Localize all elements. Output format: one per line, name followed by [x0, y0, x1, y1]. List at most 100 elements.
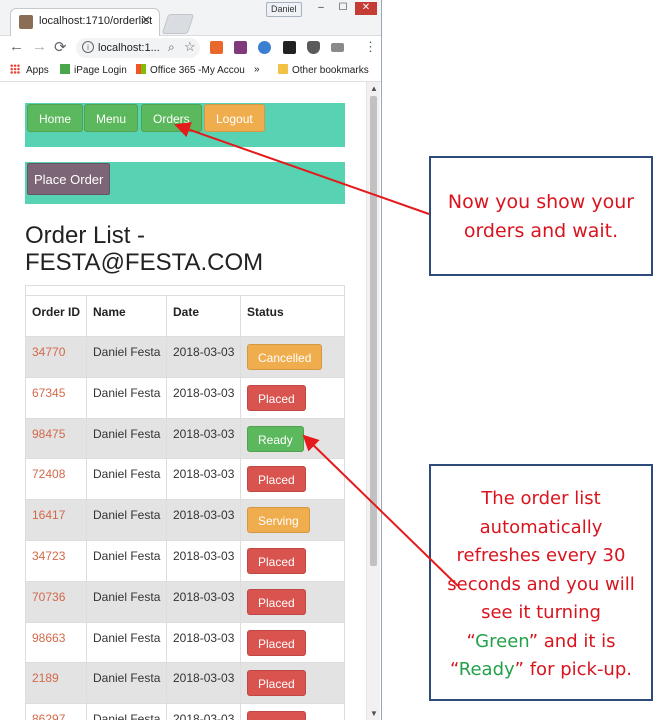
minimize-button[interactable]: –	[310, 2, 332, 15]
name-cell: Daniel Festa	[87, 663, 167, 705]
ipage-icon	[60, 64, 70, 74]
order-id-cell: 67345	[26, 377, 87, 419]
address-bar[interactable]: i localhost:1... ⌕ ☆	[76, 38, 200, 58]
status-badge[interactable]: Placed	[247, 711, 306, 720]
status-cell: Placed	[241, 704, 345, 720]
tab-close-icon[interactable]: ✕	[141, 13, 151, 27]
extension-icon[interactable]	[258, 41, 271, 54]
order-id-cell: 98663	[26, 622, 87, 664]
table-row: 34770 Daniel Festa 2018-03-03 Cancelled	[25, 336, 345, 378]
back-icon[interactable]: ←	[9, 38, 24, 55]
date-cell: 2018-03-03	[167, 500, 241, 542]
status-badge[interactable]: Placed	[247, 384, 306, 411]
status-badge[interactable]: Placed	[247, 670, 306, 697]
column-header: Date	[167, 296, 241, 337]
scroll-up-icon[interactable]: ▲	[370, 84, 378, 93]
order-id-cell: 34770	[26, 337, 87, 378]
info-icon[interactable]: i	[82, 41, 94, 53]
callout-show-orders: Now you show your orders and wait.	[429, 156, 653, 276]
order-id-link[interactable]: 86297	[32, 712, 65, 720]
order-id-link[interactable]: 98475	[32, 427, 65, 441]
name-cell: Daniel Festa	[87, 459, 167, 501]
extension-icon[interactable]	[331, 43, 344, 52]
status-cell: Placed	[241, 582, 345, 623]
place-order-button[interactable]: Place Order	[27, 163, 111, 195]
column-header: Status	[247, 305, 284, 319]
order-id-cell: 34723	[26, 541, 87, 582]
status-badge[interactable]: Placed	[247, 548, 306, 574]
office-extension-icon[interactable]	[210, 41, 223, 54]
status-badge[interactable]: Cancelled	[247, 344, 323, 370]
order-id-link[interactable]: 70736	[32, 590, 65, 604]
order-id-link[interactable]: 16417	[32, 508, 65, 522]
status-badge[interactable]: Placed	[247, 588, 306, 615]
callout-line: automatically	[479, 516, 603, 538]
order-id-link[interactable]: 2189	[32, 671, 59, 685]
column-header: Name	[87, 296, 167, 337]
order-id-link[interactable]: 34770	[32, 345, 65, 359]
date-cell: 2018-03-03	[167, 581, 241, 623]
shield-extension-icon[interactable]	[307, 41, 320, 54]
page-scrollbar[interactable]: ▲ ▼	[366, 82, 380, 720]
bookmark-office365[interactable]: Office 365 -My Accou	[136, 64, 245, 76]
date-cell: 2018-03-03	[167, 622, 241, 664]
status-badge[interactable]: Placed	[247, 629, 306, 656]
scroll-down-icon[interactable]: ▼	[370, 709, 378, 718]
order-id-cell: 72408	[26, 459, 87, 501]
date-cell: 2018-03-03	[167, 541, 241, 582]
new-tab-button[interactable]	[161, 14, 195, 34]
onenote-extension-icon[interactable]	[234, 41, 247, 54]
window-user-badge[interactable]: Daniel	[266, 2, 302, 17]
favicon-icon	[19, 15, 33, 29]
bookmark-ipage[interactable]: iPage Login	[60, 64, 127, 76]
date-cell: 2018-03-03	[167, 377, 241, 419]
tab-title: localhost:1710/orderlist	[39, 15, 153, 27]
status-cell: Placed	[241, 541, 345, 582]
scrollbar-thumb[interactable]	[370, 96, 377, 566]
table-row: 2189 Daniel Festa 2018-03-03 Placed	[25, 662, 345, 705]
place-order-bar: Place Order	[25, 162, 345, 204]
callout-auto-refresh: The order list automatically refreshes e…	[429, 464, 653, 701]
nav-orders-button[interactable]: Orders	[141, 104, 202, 132]
status-badge[interactable]: Serving	[247, 507, 310, 534]
close-window-button[interactable]: ✕	[355, 2, 377, 15]
folder-icon	[278, 64, 288, 74]
order-id-link[interactable]: 67345	[32, 386, 65, 400]
callout-line: “Ready” for pick-up.	[450, 659, 632, 680]
status-cell: Placed	[241, 623, 345, 664]
top-nav-bar: Home Menu Orders Logout	[25, 103, 345, 147]
star-icon[interactable]: ☆	[184, 39, 196, 55]
callout-line: The order list	[481, 488, 601, 509]
order-id-link[interactable]: 98663	[32, 631, 65, 645]
extension-icon[interactable]	[283, 41, 296, 54]
name-cell: Daniel Festa	[87, 337, 167, 378]
name-cell: Daniel Festa	[87, 704, 167, 720]
date-cell: 2018-03-03	[167, 459, 241, 501]
bookmarks-bar: Apps iPage Login Office 365 -My Accou » …	[0, 60, 381, 82]
bookmark-overflow[interactable]: »	[254, 64, 260, 75]
reload-icon[interactable]: ⟳	[54, 38, 67, 56]
order-id-cell: 70736	[26, 581, 87, 623]
table-row: 72408 Daniel Festa 2018-03-03 Placed	[25, 458, 345, 501]
table-row: 98475 Daniel Festa 2018-03-03 Ready	[25, 417, 345, 460]
date-cell: 2018-03-03	[167, 663, 241, 705]
forward-icon[interactable]: →	[32, 38, 47, 55]
order-id-cell: 16417	[26, 500, 87, 542]
bookmark-other[interactable]: Other bookmarks	[278, 64, 369, 76]
table-row: 34723 Daniel Festa 2018-03-03 Placed	[25, 540, 345, 582]
windows-logo-icon	[136, 64, 146, 74]
status-badge[interactable]: Placed	[247, 466, 306, 493]
browser-tab[interactable]: localhost:1710/orderlist ✕	[10, 8, 160, 36]
table-row: 86297 Daniel Festa2018-03-03 Placed	[25, 703, 345, 720]
order-id-link[interactable]: 34723	[32, 549, 65, 563]
more-menu-icon[interactable]: ⋮	[364, 39, 377, 55]
nav-menu-button[interactable]: Menu	[84, 104, 139, 132]
nav-home-button[interactable]: Home	[27, 104, 84, 132]
maximize-button[interactable]: ☐	[332, 2, 354, 15]
status-badge[interactable]: Ready	[247, 425, 304, 452]
order-id-link[interactable]: 72408	[32, 467, 65, 481]
zoom-icon[interactable]: ⌕	[168, 40, 175, 55]
nav-logout-button[interactable]: Logout	[204, 104, 265, 132]
bookmark-apps[interactable]: Apps	[10, 64, 49, 76]
title-bar: localhost:1710/orderlist ✕ Daniel – ☐ ✕	[0, 0, 381, 36]
